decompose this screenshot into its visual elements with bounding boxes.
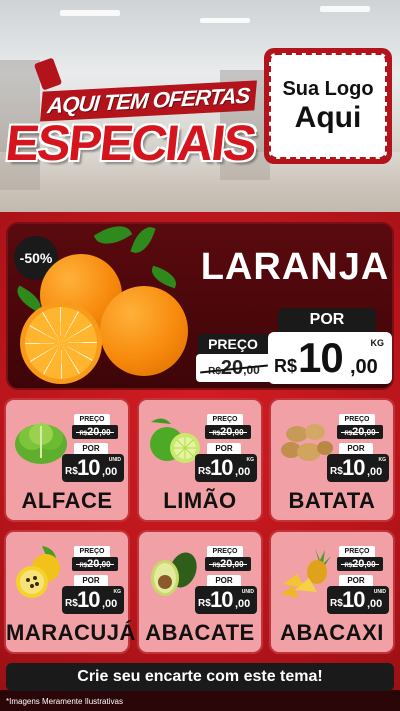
product-name: MARACUJÁ (6, 620, 136, 645)
product-card-abacate[interactable]: PREÇO R$20,00 POR R$10,00UNID ABACATE (137, 530, 263, 654)
old-price: R$20,00 (205, 557, 251, 571)
old-price: R$20,00 (337, 425, 383, 439)
featured-product-name: LARANJA (200, 246, 390, 288)
logo-text-line1: Sua Logo (282, 78, 374, 100)
footer-disclaimer: *Imagens Meramente Ilustrativas (0, 692, 400, 711)
old-price: R$20,00 (205, 425, 251, 439)
ceiling-light (60, 10, 120, 16)
product-card-batata[interactable]: PREÇO R$20,00 POR R$10,00KG BATATA (269, 398, 395, 522)
old-price: R$20,00 (196, 354, 272, 382)
product-card-limao[interactable]: PREÇO R$20,00 POR R$10,00KG LIMÃO (137, 398, 263, 522)
product-card-abacaxi[interactable]: PREÇO R$20,00 POR R$10,00UNID ABACAXI (269, 530, 395, 654)
new-price: R$ 10,00 UNID (327, 586, 389, 614)
product-card-maracuja[interactable]: PREÇO R$20,00 POR R$10,00KG MARACUJÁ (4, 530, 136, 654)
logo-placeholder[interactable]: Sua Logo Aqui (264, 48, 392, 164)
new-price: R$ 10,00 KG (62, 586, 124, 614)
new-price: R$ 10,00 UNID (62, 454, 124, 482)
new-price: R$ 10,00 KG (327, 454, 389, 482)
new-price: R$ 10,00 UNID (195, 586, 257, 614)
product-name: LIMÃO (163, 488, 237, 513)
create-flyer-button[interactable]: Crie seu encarte com este tema! (6, 663, 394, 691)
product-card-alface[interactable]: PREÇO R$20,00 POR R$10,00UNID ALFACE (4, 398, 130, 522)
product-name: ABACAXI (280, 620, 384, 645)
headline-main: ESPECIAIS (3, 115, 258, 171)
ceiling-light (320, 6, 370, 12)
old-price-label: PREÇO (198, 334, 268, 354)
new-price: R$ 10 ,00 KG (268, 332, 392, 384)
product-name: ALFACE (21, 488, 113, 513)
product-name: ABACATE (145, 620, 255, 645)
logo-text-line2: Aqui (294, 101, 362, 134)
old-price: R$20,00 (337, 557, 383, 571)
product-name: BATATA (288, 488, 376, 513)
new-price-label: POR (278, 308, 376, 332)
old-price: R$20,00 (72, 425, 118, 439)
new-price: R$ 10,00 KG (195, 454, 257, 482)
old-price: R$20,00 (72, 557, 118, 571)
ceiling-light (200, 18, 250, 23)
headline: AQUI TEM OFERTAS ESPECIAIS (3, 57, 266, 176)
